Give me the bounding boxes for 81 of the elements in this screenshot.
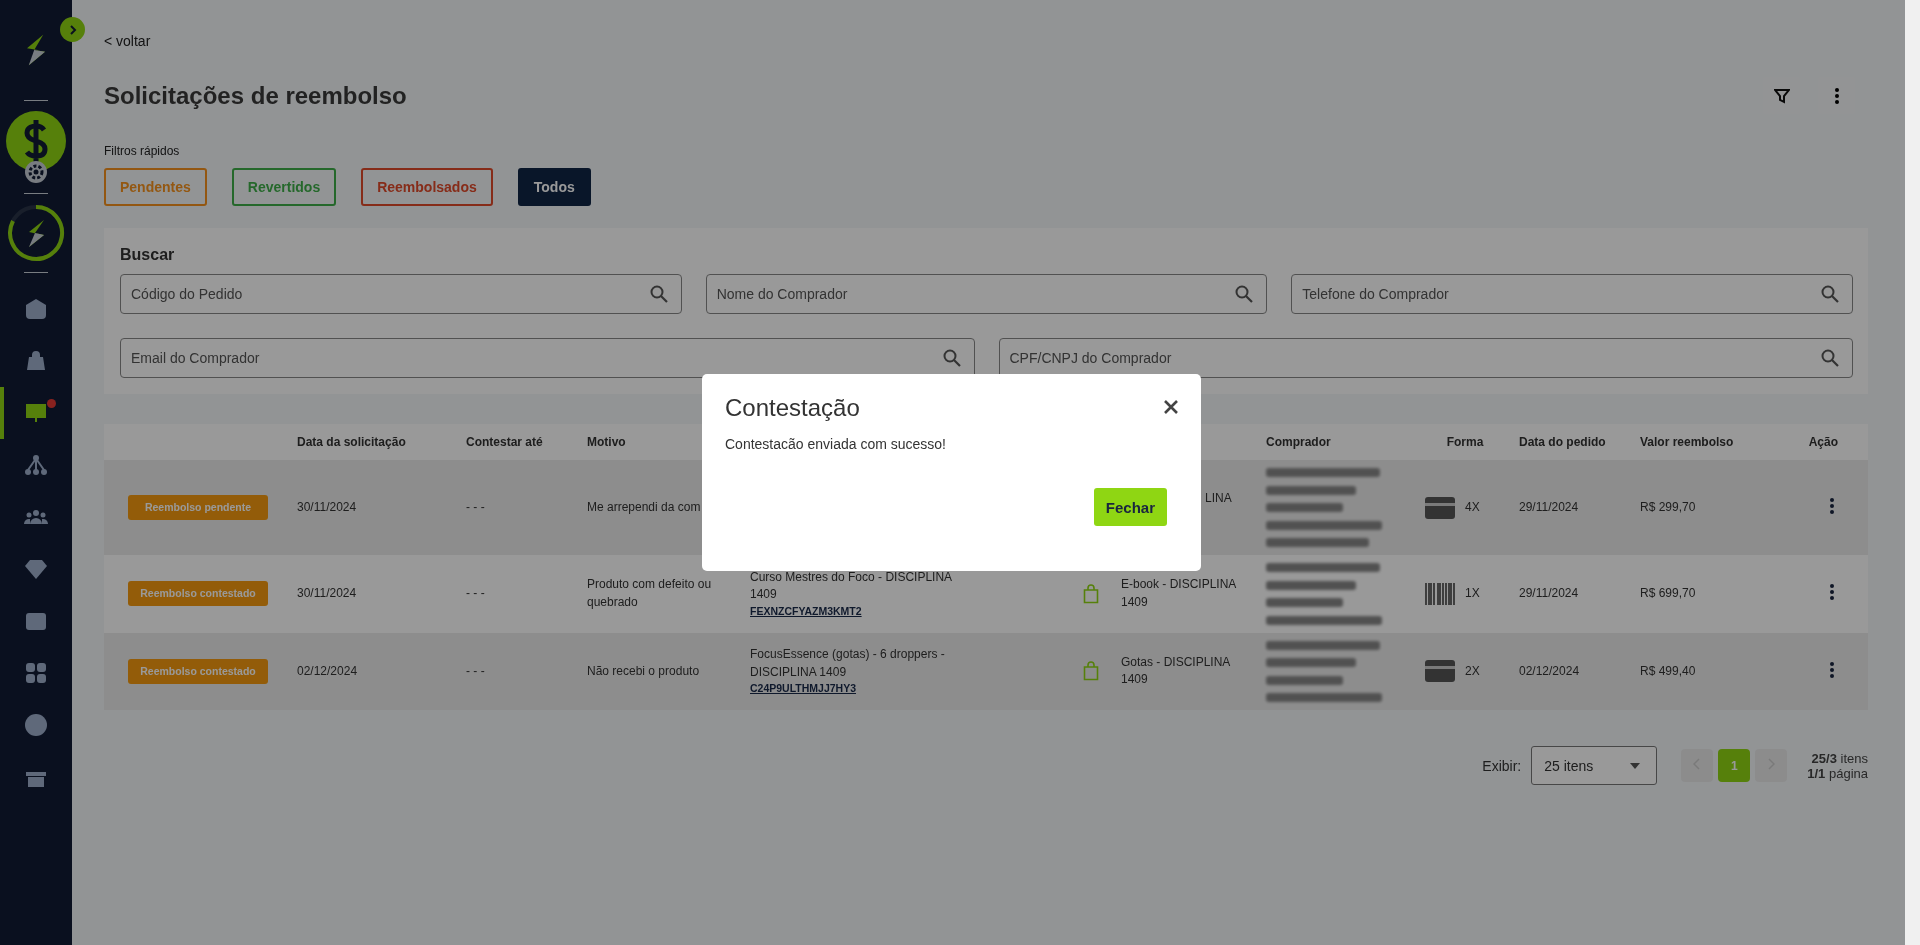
- table-cell-text: 02/12/2024: [296, 662, 359, 680]
- table-cell-text: - - -: [465, 585, 486, 603]
- more-icon: [1834, 87, 1839, 104]
- table-cell-text: 29/11/2024: [1518, 585, 1580, 603]
- credit-card-icon: [1425, 660, 1455, 683]
- network-icon: [24, 453, 48, 477]
- caret-icon: [1630, 762, 1641, 769]
- table-cell-text: R$ 699,70: [1639, 585, 1697, 603]
- close-icon: [1163, 398, 1179, 415]
- table-cell-text: Me arrependi da com: [586, 498, 702, 516]
- column-header: Valor reembolso: [1639, 435, 1735, 449]
- search-field[interactable]: Nome do Comprador: [705, 274, 1268, 314]
- column-header: Comprador: [1265, 435, 1332, 449]
- apps-icon: [24, 661, 48, 685]
- product-name: Curso Mestres do Foco - DISCIPLINA 1409: [750, 568, 953, 604]
- table-cell-text: 30/11/2024: [296, 585, 358, 603]
- table-cell-text: Não recebi o produto: [586, 662, 701, 680]
- offer-name: Gotas - DISCIPLINA 1409: [1121, 654, 1230, 687]
- order-code-link[interactable]: C24P9ULTHMJJ7HY3: [750, 681, 856, 697]
- back-link[interactable]: < voltar: [104, 33, 1868, 51]
- more-icon: [1830, 584, 1834, 601]
- search-title: Buscar: [120, 246, 176, 264]
- chevron-right-icon: [67, 24, 78, 35]
- table-cell-text: 02/12/2024: [1518, 662, 1581, 680]
- diamond-icon: [24, 557, 48, 581]
- logo-ring-icon[interactable]: [7, 204, 65, 262]
- column-header: Data do pedido: [1518, 435, 1607, 449]
- search-field[interactable]: CPF/CNPJ do Comprador: [998, 338, 1853, 378]
- search-icon: [1821, 349, 1839, 367]
- bag-icon: [1082, 661, 1099, 682]
- offer-name: E-book - DISCIPLINA 1409: [1121, 577, 1236, 609]
- installments: 1X: [1465, 585, 1480, 603]
- house-icon: [24, 297, 48, 321]
- search-icon: [1235, 285, 1254, 303]
- installments: 4X: [1465, 498, 1480, 516]
- page-count: 1/1 página: [1807, 765, 1868, 781]
- offer-name: LINA: [1205, 490, 1232, 505]
- page-title: Solicitações de reembolso: [104, 81, 407, 110]
- column-header: Forma: [1445, 435, 1485, 449]
- close-dialog-button[interactable]: Fechar: [1093, 488, 1167, 526]
- table-cell-text: Produto com defeito ou quebrado: [586, 576, 713, 611]
- status-badge: Reembolso contestado: [128, 658, 268, 684]
- page-size-select[interactable]: 25 itens: [1531, 746, 1658, 785]
- product-name: FocusEssence (gotas) - 6 droppers - DISCIPLINA 1409: [750, 646, 946, 681]
- dialog-message: Contestacão enviada com sucesso!: [725, 436, 947, 452]
- column-header: Data da solicitação: [296, 435, 407, 449]
- filter-icon: [1773, 87, 1790, 104]
- status-badge: Reembolso contestado: [128, 581, 268, 607]
- column-header: Ação: [1807, 435, 1839, 449]
- easel-icon: [24, 401, 48, 425]
- quick-filters-label: Filtros rápidos: [104, 144, 181, 158]
- status-badge: Reembolso pendente: [128, 494, 268, 521]
- items-count: 25/3 itens: [1811, 750, 1868, 766]
- barcode-icon: [1425, 582, 1455, 605]
- bag-icon: [1082, 583, 1099, 604]
- more-icon: [1830, 498, 1834, 514]
- installments: 2X: [1465, 662, 1480, 680]
- filter-chip[interactable]: Todos: [517, 168, 591, 206]
- search-field[interactable]: Email do Comprador: [120, 338, 975, 378]
- search-field[interactable]: Telefone do Comprador: [1291, 274, 1853, 314]
- search-icon: [1821, 285, 1839, 303]
- search-icon: [649, 285, 668, 303]
- credit-card-icon: [1425, 496, 1455, 519]
- table-cell-text: - - -: [465, 498, 486, 516]
- dialog-title: Contestação: [725, 394, 860, 422]
- search-icon: [942, 349, 961, 367]
- table-cell-text: R$ 499,40: [1639, 662, 1697, 680]
- expand-button[interactable]: [60, 17, 85, 42]
- search-field[interactable]: Código do Pedido: [120, 274, 682, 314]
- table-cell-text: - - -: [465, 662, 486, 680]
- settings-icon[interactable]: [25, 161, 47, 183]
- more-icon: [1830, 661, 1834, 678]
- page-size-label: Exibir:: [1482, 757, 1522, 774]
- table-cell-text: 30/11/2024: [296, 498, 358, 516]
- column-header: Contestar até: [465, 435, 544, 449]
- circle-icon: [24, 713, 48, 737]
- table-cell-text: R$ 299,70: [1639, 498, 1697, 516]
- table-cell-text: 29/11/2024: [1518, 498, 1580, 516]
- dollar-icon[interactable]: [6, 111, 66, 171]
- order-code-link[interactable]: FEXNZCFYAZM3KMT2: [750, 603, 862, 619]
- bag-icon: [24, 349, 48, 373]
